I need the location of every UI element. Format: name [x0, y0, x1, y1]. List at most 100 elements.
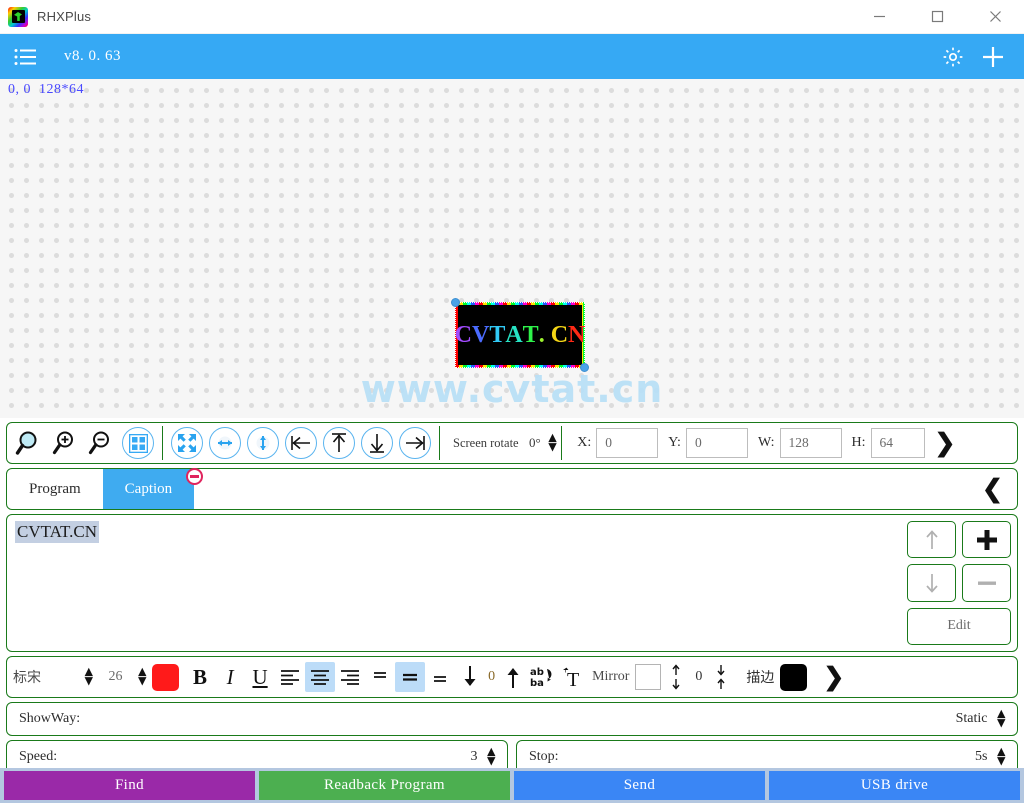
add-button[interactable] — [962, 521, 1011, 559]
gear-icon[interactable] — [940, 44, 966, 70]
y-input[interactable]: 0 — [685, 428, 748, 458]
window-controls — [850, 0, 1024, 33]
y-label: Y: — [668, 435, 681, 450]
font-color-swatch[interactable] — [152, 663, 180, 691]
usb-drive-button[interactable]: USB drive — [769, 771, 1020, 800]
caption-list[interactable]: CVTAT.CN — [7, 515, 907, 651]
svg-text:ab: ab — [530, 667, 544, 678]
svg-text:T: T — [567, 669, 579, 689]
led-letter: N — [568, 322, 586, 348]
valign-top-button[interactable] — [365, 662, 395, 692]
align-bottom-edge-icon[interactable] — [361, 427, 393, 459]
stop-label: Stop: — [529, 749, 559, 764]
x-label: X: — [577, 435, 592, 450]
caption-list-buttons: Edit — [907, 515, 1017, 651]
rotate-text-icon[interactable]: T — [558, 662, 588, 692]
italic-label: I — [226, 664, 234, 689]
stretch-vertical-icon[interactable] — [247, 427, 279, 459]
stop-stepper[interactable]: ▴ ▾ — [997, 744, 1005, 769]
list-item[interactable]: CVTAT.CN — [15, 521, 100, 543]
remove-button[interactable] — [962, 564, 1011, 602]
char-spacing-increase-icon[interactable] — [706, 662, 736, 692]
font-name-stepper[interactable]: ▴ ▾ — [85, 664, 93, 689]
showway-value[interactable]: Static — [956, 711, 988, 727]
title-bar: RHXPlus — [0, 0, 1024, 34]
led-letter: A — [505, 322, 523, 348]
line-spacing-value: 0 — [488, 669, 496, 684]
minimize-button[interactable] — [850, 0, 908, 33]
speed-label: Speed: — [19, 749, 58, 764]
italic-button[interactable]: I — [215, 662, 245, 692]
resize-handle-top-left[interactable] — [451, 298, 460, 307]
font-size-stepper[interactable]: ▴ ▾ — [139, 664, 147, 689]
toolbar-divider-2 — [439, 426, 440, 460]
align-right-edge-icon[interactable] — [399, 427, 431, 459]
tab-bar: Program Caption ❮ — [6, 468, 1018, 510]
chevron-left-icon[interactable]: ❮ — [982, 474, 1003, 504]
fit-screen-icon[interactable] — [171, 427, 203, 459]
toolbar-divider-3 — [561, 426, 563, 460]
tab-caption[interactable]: Caption — [102, 468, 204, 509]
align-center-button[interactable] — [305, 662, 336, 692]
w-input[interactable]: 128 — [779, 428, 842, 458]
x-input[interactable]: 0 — [596, 428, 659, 458]
app-title: RHXPlus — [37, 9, 92, 24]
bold-label: B — [193, 664, 208, 689]
mirror-label: Mirror — [592, 669, 630, 684]
flip-text-icon[interactable]: ab ba — [528, 662, 558, 692]
font-size-value[interactable]: 26 — [93, 669, 139, 685]
char-spacing-decrease-icon[interactable] — [661, 662, 691, 692]
readback-program-button[interactable]: Readback Program — [259, 771, 510, 800]
showway-stepper[interactable]: ▴ ▾ — [997, 706, 1005, 731]
led-letter: T — [489, 322, 506, 348]
app-logo-icon — [8, 6, 28, 27]
align-top-edge-icon[interactable] — [323, 427, 355, 459]
showway-row: ShowWay: Static ▴ ▾ — [6, 702, 1018, 736]
screen-rotate-stepper[interactable]: ▴ ▾ — [549, 430, 557, 455]
send-button[interactable]: Send — [514, 771, 765, 800]
move-up-button[interactable] — [907, 521, 956, 559]
app-header: v8. 0. 63 — [0, 34, 1024, 79]
chevron-right-icon[interactable]: ❯ — [935, 431, 956, 456]
move-down-button[interactable] — [907, 564, 956, 602]
design-canvas[interactable]: 0, 0 128*64 www.cvtat.cn CVTAT. CN — [0, 79, 1024, 418]
zoom-out-icon[interactable] — [84, 426, 118, 460]
led-letter: T — [522, 322, 539, 348]
align-left-edge-icon[interactable] — [285, 427, 317, 459]
align-right-button[interactable] — [335, 662, 365, 692]
find-button[interactable]: Find — [4, 771, 255, 800]
speed-stepper[interactable]: ▴ ▾ — [487, 744, 495, 769]
stop-value[interactable]: 5s — [975, 749, 987, 765]
speed-value[interactable]: 3 — [470, 749, 477, 765]
stroke-color-swatch[interactable] — [780, 663, 808, 691]
canvas-coordinates-label: 0, 0 128*64 — [8, 82, 84, 97]
close-button[interactable] — [966, 0, 1024, 33]
zoom-fit-icon[interactable] — [12, 426, 46, 460]
w-label: W: — [757, 435, 775, 450]
line-spacing-increase-icon[interactable] — [498, 662, 528, 692]
valign-bottom-button[interactable] — [425, 662, 455, 692]
h-input[interactable]: 64 — [870, 428, 925, 458]
edit-button[interactable]: Edit — [907, 607, 1011, 645]
hamburger-icon[interactable] — [14, 48, 38, 66]
line-spacing-decrease-icon[interactable] — [455, 662, 485, 692]
valign-middle-button[interactable] — [395, 662, 426, 692]
mirror-checkbox[interactable] — [635, 664, 662, 690]
stretch-horizontal-icon[interactable] — [209, 427, 241, 459]
align-left-button[interactable] — [275, 662, 305, 692]
led-screen: CVTAT. CN — [455, 305, 586, 365]
canvas-watermark: www.cvtat.cn — [360, 367, 664, 411]
plus-icon[interactable] — [980, 44, 1006, 70]
format-expand-chevron-right-icon[interactable]: ❯ — [823, 665, 844, 690]
bold-button[interactable]: B — [185, 662, 215, 692]
maximize-button[interactable] — [908, 0, 966, 33]
grid-icon[interactable] — [122, 427, 154, 459]
tab-program[interactable]: Program — [7, 469, 103, 509]
underline-button[interactable]: U — [245, 662, 275, 692]
led-panel-object[interactable]: CVTAT. CN — [451, 298, 589, 372]
remove-circle-icon[interactable] — [186, 468, 204, 485]
resize-handle-bottom-right[interactable] — [580, 363, 589, 372]
tab-program-label: Program — [29, 480, 81, 497]
zoom-in-icon[interactable] — [48, 426, 82, 460]
font-name-value[interactable]: 标宋 — [13, 667, 85, 687]
